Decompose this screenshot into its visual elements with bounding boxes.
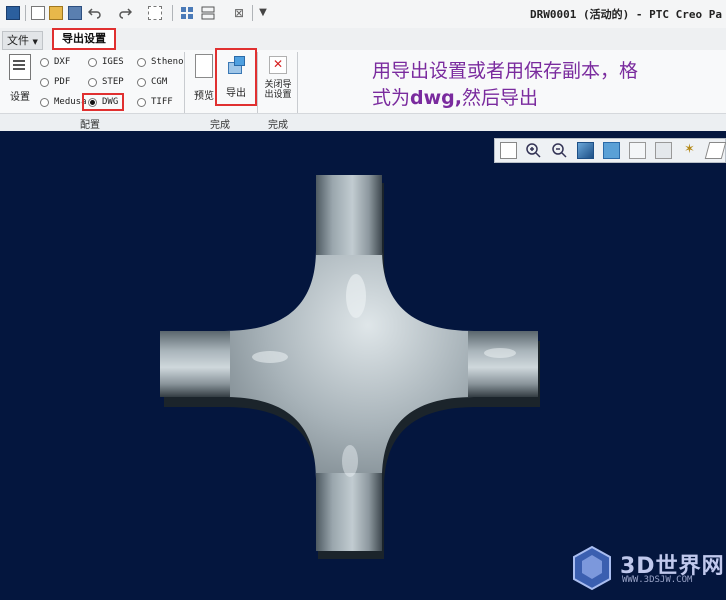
format-label: DXF	[54, 57, 71, 67]
close-export-label: 关闭导 出设置	[261, 80, 295, 100]
format-label: Stheno	[151, 57, 184, 67]
radio-button	[137, 57, 146, 67]
windows-icon[interactable]	[180, 6, 194, 20]
annotation-format: dwg,	[410, 87, 462, 109]
cross-pipe-model	[160, 175, 540, 559]
graphics-toolbar: ✶	[494, 138, 726, 163]
group-label-finish: 完成	[210, 120, 230, 131]
export-label: 导出	[226, 88, 246, 99]
format-label: STEP	[102, 77, 124, 87]
tab-file[interactable]: 文件 ▼	[2, 31, 43, 50]
radio-button	[88, 57, 97, 67]
radio-button	[40, 97, 49, 107]
format-radio-medusa[interactable]: Medusa	[40, 97, 86, 107]
format-radio-stheno[interactable]: Stheno	[137, 57, 184, 67]
close-export-setup-button[interactable]: ✕ 关闭导 出设置	[261, 56, 295, 100]
format-label: TIFF	[151, 97, 173, 107]
instruction-annotation: 用导出设置或者用保存副本，格 式为dwg,然后导出	[372, 58, 722, 112]
tab-file-label: 文件	[7, 34, 29, 47]
format-label: IGES	[102, 57, 124, 67]
window-title: DRW0001 (活动的) - PTC Creo Pa	[530, 8, 722, 21]
preview-label: 预览	[194, 91, 214, 102]
toolbar-divider	[25, 5, 26, 21]
format-radio-tiff[interactable]: TIFF	[137, 97, 173, 107]
format-label: CGM	[151, 77, 168, 87]
saved-orientations-icon[interactable]	[629, 142, 646, 159]
radio-button	[40, 57, 49, 67]
datum-display-icon[interactable]: ✶	[681, 142, 698, 159]
customize-icon[interactable]: ▼	[256, 6, 270, 20]
regenerate-icon[interactable]	[148, 6, 162, 20]
radio-button	[137, 97, 146, 107]
annotation-line-1: 用导出设置或者用保存副本，格	[372, 60, 639, 82]
format-radio-cgm[interactable]: CGM	[137, 77, 167, 87]
format-radio-iges[interactable]: IGES	[88, 57, 124, 67]
display-style-icon[interactable]	[603, 142, 620, 159]
ribbon-tab-bar: 文件 ▼ 导出设置	[0, 28, 726, 51]
refit-icon[interactable]	[500, 142, 517, 159]
annotation-display-icon[interactable]	[704, 142, 726, 159]
preview-button[interactable]: 预览	[190, 54, 218, 102]
close-export-line1: 关闭导	[264, 80, 292, 90]
zoom-out-icon[interactable]	[551, 142, 568, 159]
radio-button	[40, 77, 49, 87]
export-button[interactable]: 导出	[215, 48, 257, 106]
toolbar-divider	[172, 5, 173, 21]
redo-icon[interactable]	[118, 6, 133, 20]
settings-label: 设置	[10, 92, 30, 103]
save-icon[interactable]	[68, 6, 82, 20]
zoom-in-icon[interactable]	[525, 142, 542, 159]
open-folder-icon[interactable]	[49, 6, 63, 20]
tab-export-setup[interactable]: 导出设置	[52, 28, 116, 50]
close-icon: ✕	[269, 56, 287, 74]
repaint-icon[interactable]	[577, 142, 594, 159]
ribbon-group-labels: 配置 完成 完成	[0, 113, 726, 131]
group-label-finish-2: 完成	[268, 120, 288, 131]
format-radio-dxf[interactable]: DXF	[40, 57, 70, 67]
settings-button[interactable]: 设置	[6, 54, 34, 103]
new-file-icon[interactable]	[31, 6, 45, 20]
radio-button	[88, 77, 97, 87]
annotation-prefix: 式为	[372, 87, 411, 109]
view-manager-icon[interactable]	[655, 142, 672, 159]
format-radio-step[interactable]: STEP	[88, 77, 124, 87]
close-window-icon[interactable]: ⊠	[232, 6, 246, 20]
watermark-url: WWW.3DSJW.COM	[622, 575, 693, 585]
settings-icon	[9, 54, 31, 80]
close-export-line2: 出设置	[264, 90, 292, 100]
preview-icon	[195, 54, 213, 78]
window-icon[interactable]	[6, 6, 20, 20]
annotation-suffix: 然后导出	[462, 87, 539, 109]
undo-icon[interactable]	[87, 6, 102, 20]
toolbar-divider	[252, 5, 253, 21]
quick-access-toolbar: ⊠ ▼ DRW0001 (活动的) - PTC Creo Pa	[0, 0, 726, 29]
radio-button	[137, 77, 146, 87]
format-label: PDF	[54, 77, 71, 87]
group-label-config: 配置	[80, 120, 100, 131]
dwg-highlight-box	[82, 93, 124, 111]
export-icon	[226, 56, 246, 74]
format-radio-pdf[interactable]: PDF	[40, 77, 70, 87]
windows-icon[interactable]	[201, 6, 215, 20]
chevron-down-icon: ▼	[32, 38, 38, 46]
annotation-line-2: 式为dwg,然后导出	[372, 85, 722, 112]
